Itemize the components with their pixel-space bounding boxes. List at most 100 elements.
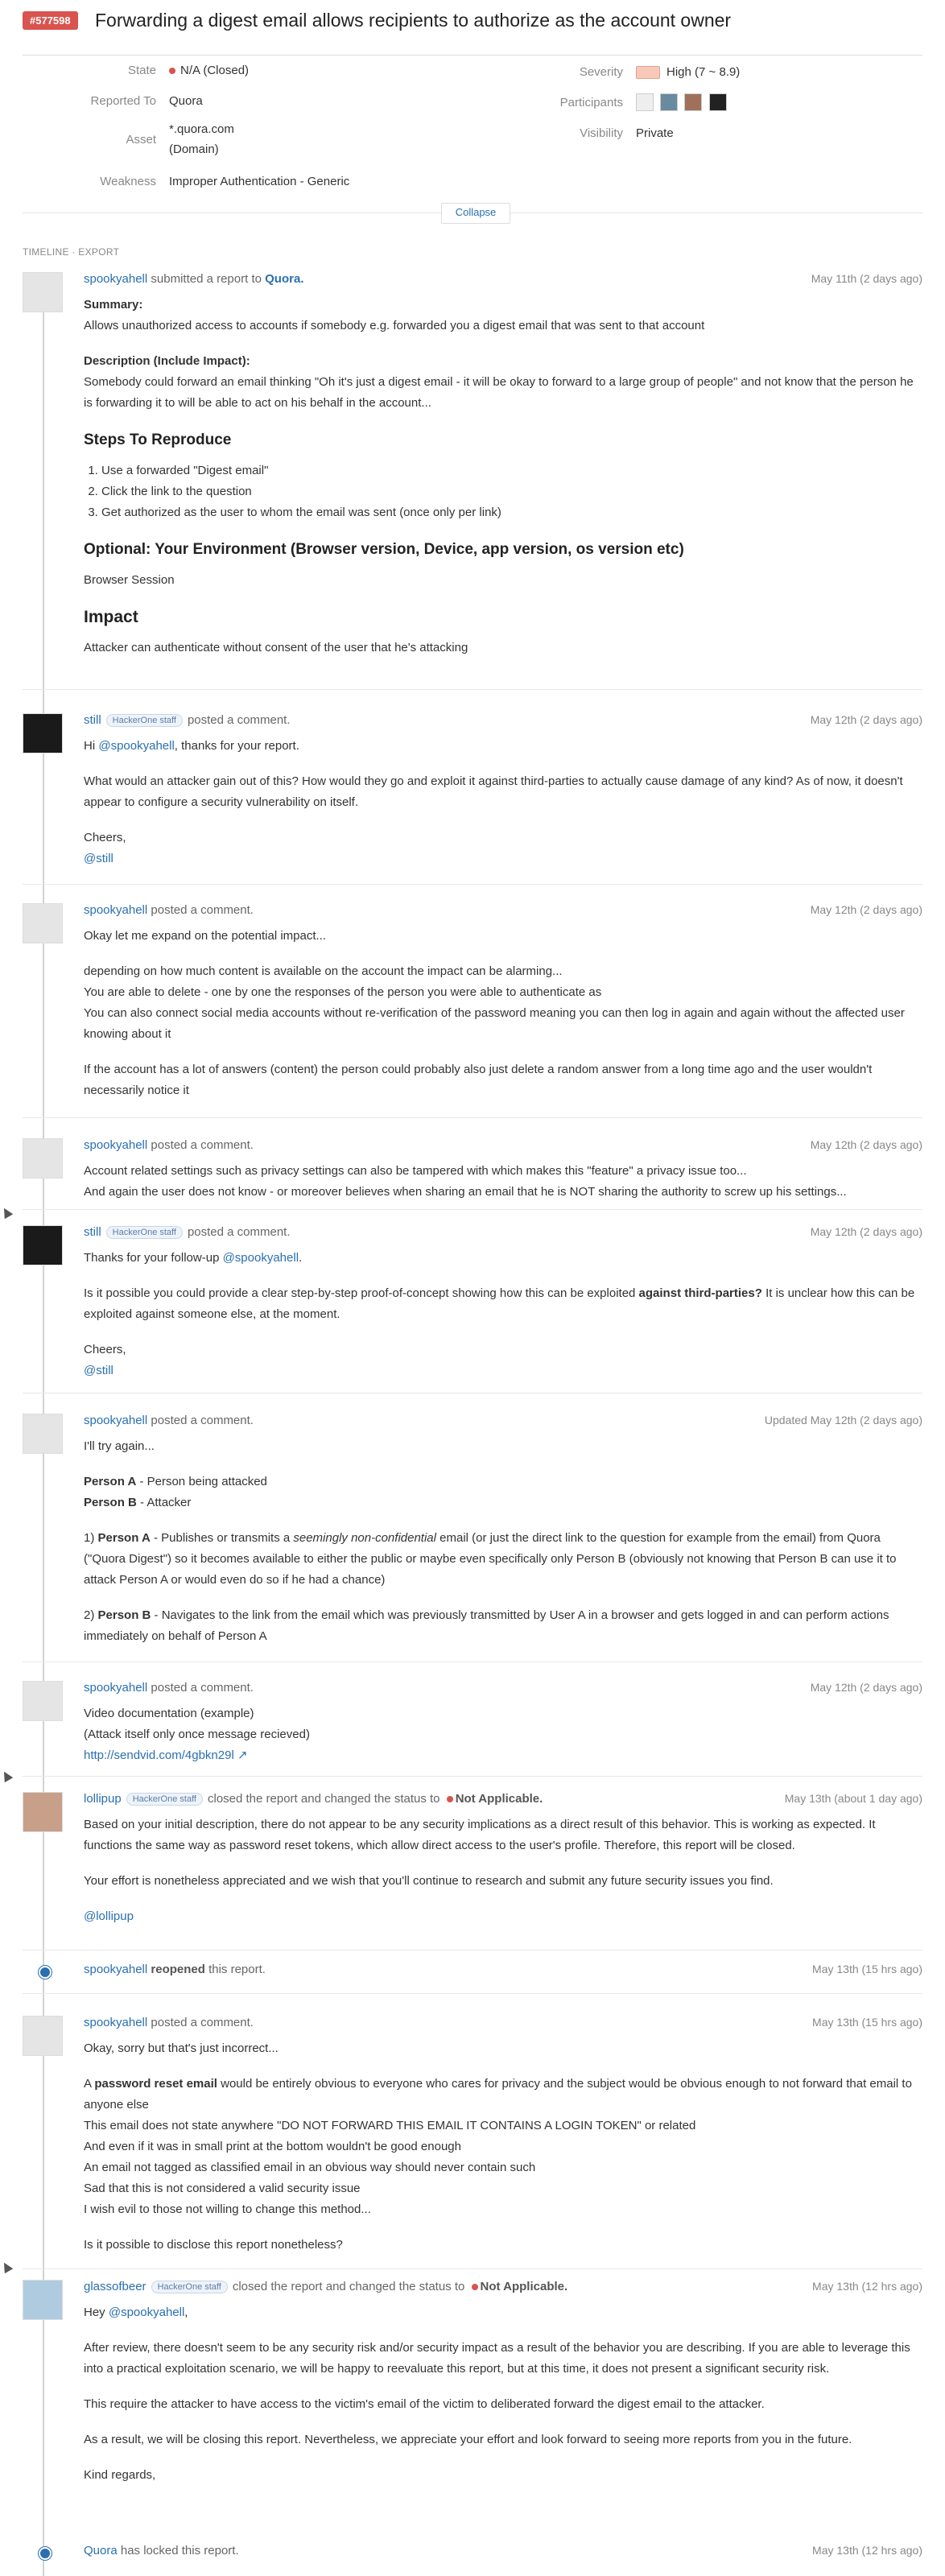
- entry-body: Hi @spookyahell, thanks for your report.…: [84, 736, 922, 869]
- entry-date[interactable]: May 12th (2 days ago): [811, 903, 922, 916]
- comment-text: You can also connect social media accoun…: [84, 1006, 905, 1041]
- entry-body: Hey @spookyahell, After review, there do…: [84, 2302, 922, 2500]
- author-link[interactable]: spookyahell: [84, 903, 147, 917]
- timeline-entry: still HackerOne staff posted a comment. Ma…: [23, 713, 922, 874]
- severity-text: High (7 ~ 8.9): [666, 65, 741, 79]
- comment-text: depending on how much content is availab…: [84, 964, 563, 978]
- comment-text: Hi: [84, 739, 99, 753]
- page-title: Forwarding a digest email allows recipie…: [95, 10, 732, 31]
- entry-date[interactable]: Updated May 12th (2 days ago): [765, 1414, 922, 1426]
- comment-text: As a result, we will be closing this rep…: [84, 2433, 852, 2446]
- mention-link[interactable]: @spookyahell: [109, 2306, 184, 2319]
- entry-divider: [23, 1117, 922, 1118]
- entry-divider: [23, 689, 922, 690]
- entry-body: Thanks for your follow-up @spookyahell. …: [84, 1248, 922, 1381]
- avatar[interactable]: [23, 1138, 63, 1179]
- entry-divider: [23, 1776, 922, 1777]
- entry-action: posted a comment.: [151, 1138, 254, 1152]
- signature-mention[interactable]: @still: [84, 848, 922, 869]
- entry-date[interactable]: May 12th (2 days ago): [811, 1138, 922, 1151]
- entry-date[interactable]: May 13th (15 hrs ago): [812, 1963, 922, 1975]
- author-link[interactable]: spookyahell: [84, 1963, 147, 1976]
- author-link[interactable]: lollipup: [84, 1792, 122, 1806]
- avatar[interactable]: [23, 2280, 63, 2320]
- status-value: Not Applicable.: [480, 2280, 568, 2293]
- report-header: #577598 Forwarding a digest email allows…: [23, 10, 922, 56]
- entry-action: posted a comment.: [187, 1225, 291, 1239]
- author-link[interactable]: spookyahell: [84, 1138, 147, 1152]
- state-text: N/A (Closed): [180, 64, 250, 77]
- timeline-entry: lollipup HackerOne staff closed the report…: [23, 1792, 922, 1953]
- asset-value: *.quora.com: [169, 122, 234, 136]
- severity-label: Severity: [579, 65, 623, 79]
- comment-text: Okay let me expand on the potential impa…: [84, 929, 327, 943]
- comment-text: Is it possible you could provide a clear…: [84, 1286, 639, 1300]
- participant-avatar[interactable]: [660, 93, 679, 111]
- entry-action: posted a comment.: [151, 903, 254, 917]
- entry-body: Account related settings such as privacy…: [84, 1161, 922, 1203]
- entry-header: spookyahell posted a comment. May 13th (…: [84, 2016, 922, 2033]
- author-link[interactable]: still: [84, 1225, 101, 1239]
- author-link[interactable]: spookyahell: [84, 272, 147, 286]
- avatar[interactable]: [23, 272, 63, 312]
- entry-divider: [23, 1209, 922, 1210]
- entry-date[interactable]: May 13th (about 1 day ago): [785, 1792, 922, 1805]
- severity-value: High (7 ~ 8.9): [636, 65, 741, 80]
- signature-mention[interactable]: @lollipup: [84, 1906, 922, 1927]
- comment-text: Based on your initial description, there…: [84, 1818, 876, 1852]
- author-link[interactable]: still: [84, 713, 101, 727]
- report-id-badge[interactable]: #577598: [23, 11, 78, 30]
- avatar[interactable]: [23, 1225, 63, 1265]
- signature-mention[interactable]: @still: [84, 1360, 922, 1381]
- staff-badge: HackerOne staff: [126, 1793, 203, 1806]
- comment-text: What would an attacker gain out of this?…: [84, 774, 903, 809]
- entry-date[interactable]: May 12th (2 days ago): [811, 1681, 922, 1694]
- entry-action-tail: this report.: [208, 1963, 266, 1976]
- entry-date[interactable]: May 12th (2 days ago): [811, 1225, 922, 1238]
- entry-action: posted a comment.: [151, 2016, 254, 2029]
- comment-text: Your effort is nonetheless appreciated a…: [84, 1874, 774, 1888]
- severity-meter-icon: [636, 66, 660, 80]
- avatar[interactable]: [23, 713, 63, 753]
- author-link[interactable]: Quora: [84, 2544, 118, 2557]
- avatar[interactable]: [23, 903, 63, 943]
- entry-divider: [23, 2268, 922, 2269]
- author-link[interactable]: glassofbeer: [84, 2280, 146, 2293]
- avatar[interactable]: [23, 1414, 63, 1454]
- entry-date[interactable]: May 13th (15 hrs ago): [812, 2016, 922, 2029]
- timeline-entry: spookyahell posted a comment. May 12th (…: [23, 903, 922, 1113]
- entry-date[interactable]: May 13th (12 hrs ago): [812, 2280, 922, 2293]
- mention-link[interactable]: @spookyahell: [223, 1251, 299, 1265]
- report-page: #577598 Forwarding a digest email allows…: [0, 0, 945, 2576]
- entry-date[interactable]: May 13th (12 hrs ago): [812, 2544, 922, 2557]
- comment-text: This require the attacker to have access…: [84, 2397, 765, 2411]
- avatar[interactable]: [23, 1681, 63, 1721]
- participant-avatar[interactable]: [708, 93, 727, 111]
- entry-action: posted a comment.: [151, 1414, 254, 1427]
- avatar[interactable]: [23, 1792, 63, 1832]
- entry-header: spookyahell posted a comment. May 12th (…: [84, 1681, 922, 1699]
- video-link[interactable]: http://sendvid.com/4gbkn29l: [84, 1748, 234, 1762]
- weakness-label: Weakness: [100, 175, 156, 188]
- comment-text: - Person being attacked: [136, 1475, 267, 1488]
- participant-avatar[interactable]: [684, 93, 703, 111]
- avatar[interactable]: [23, 2016, 63, 2056]
- entry-date[interactable]: May 11th (2 days ago): [811, 272, 922, 285]
- comment-text: Okay, sorry but that's just incorrect...: [84, 2041, 279, 2055]
- entry-date[interactable]: May 12th (2 days ago): [811, 713, 922, 726]
- step-item: Click the link to the question: [101, 481, 922, 502]
- entry-action: has locked this report.: [120, 2544, 239, 2557]
- author-link[interactable]: spookyahell: [84, 1414, 147, 1427]
- participant-avatar[interactable]: [636, 93, 654, 111]
- program-link[interactable]: Quora.: [265, 272, 303, 286]
- timeline-header[interactable]: TIMELINE · EXPORT: [23, 246, 119, 258]
- author-link[interactable]: spookyahell: [84, 1681, 147, 1695]
- entry-header: spookyahell submitted a report to Quora.…: [84, 272, 922, 290]
- reported-to-link[interactable]: Quora: [169, 94, 203, 108]
- comment-bold: Person A: [84, 1475, 137, 1488]
- comment-text: Cheers,: [84, 1343, 126, 1356]
- mention-link[interactable]: @spookyahell: [98, 739, 174, 753]
- author-link[interactable]: spookyahell: [84, 2016, 147, 2029]
- collapse-button[interactable]: Collapse: [441, 203, 510, 224]
- status-value: Not Applicable.: [455, 1792, 543, 1806]
